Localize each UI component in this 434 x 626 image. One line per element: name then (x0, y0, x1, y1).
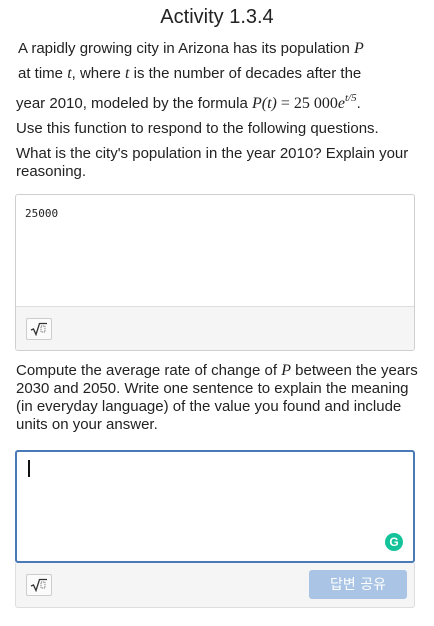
share-answer-button[interactable]: 답변 공유 (309, 570, 407, 599)
answer-2-editor[interactable]: G (15, 450, 415, 563)
text-caret (28, 460, 30, 477)
math-input-button[interactable] (26, 574, 52, 596)
square-root-icon (30, 322, 47, 336)
intro-line-3: year 2010, modeled by the formula P(t) =… (16, 92, 361, 112)
formula-lhs: P(t) (251, 95, 277, 112)
question-2-prompt: Compute the average rate of change of P … (16, 362, 418, 433)
answer-box-1: 25000 (15, 194, 415, 351)
answer-2-toolbar: 답변 공유 (15, 563, 415, 608)
math-input-button[interactable] (26, 318, 52, 340)
intro-line-4: Use this function to respond to the foll… (16, 120, 379, 137)
activity-page: Activity 1.3.4 A rapidly growing city in… (0, 0, 434, 626)
grammarly-icon[interactable]: G (385, 533, 403, 551)
square-root-icon (30, 578, 47, 592)
formula-exponent: t/5 (345, 92, 357, 104)
activity-title: Activity 1.3.4 (160, 6, 274, 28)
intro-line-2: at time t, where t is the number of deca… (18, 65, 362, 82)
formula-base: e (337, 95, 345, 112)
answer-1-toolbar (16, 306, 414, 350)
formula-coefficient: = 25 000 (276, 95, 338, 112)
answer-1-text[interactable]: 25000 (25, 207, 58, 220)
answer-box-2: G 답변 공유 (15, 450, 415, 608)
question-1-prompt: What is the city's population in the yea… (16, 145, 409, 180)
problem-intro: A rapidly growing city in Arizona has it… (16, 36, 420, 141)
intro-line-1: A rapidly growing city in Arizona has it… (18, 40, 364, 57)
